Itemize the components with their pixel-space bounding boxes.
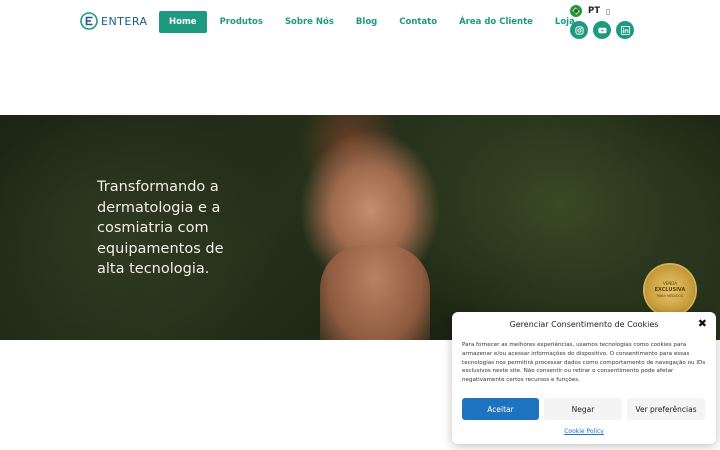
linkedin-icon[interactable]	[616, 21, 634, 39]
cookie-consent-dialog: Gerenciar Consentimento de Cookies ✖ Par…	[452, 312, 716, 444]
cookie-policy-link[interactable]: Cookie Policy	[452, 428, 716, 435]
cookie-dialog-title: Gerenciar Consentimento de Cookies	[509, 320, 659, 329]
nav-item-blog[interactable]: Blog	[356, 11, 377, 33]
main-nav: Home Produtos Sobre Nós Blog Contato Áre…	[159, 11, 597, 33]
hero-headline: Transformando a dermatologia e a cosmiat…	[97, 179, 224, 277]
youtube-icon[interactable]	[593, 21, 611, 39]
nav-item-produtos[interactable]: Produtos	[220, 11, 263, 33]
hero-photo-woman	[320, 245, 430, 340]
brand-logo[interactable]: ENTERA	[80, 12, 148, 30]
close-icon[interactable]: ✖	[698, 318, 707, 330]
site-header: ENTERA Home Produtos Sobre Nós Blog Cont…	[0, 0, 720, 115]
deny-button[interactable]: Negar	[544, 398, 622, 420]
language-switcher[interactable]: PT ▯	[570, 5, 610, 17]
instagram-icon[interactable]	[570, 21, 588, 39]
badge-line-3: PARA MÉDICOS	[656, 294, 684, 298]
view-preferences-button[interactable]: Ver preferências	[627, 398, 705, 420]
brand-name: ENTERA	[101, 14, 148, 28]
cookie-dialog-body: Para fornecer as melhores experiências, …	[462, 342, 706, 384]
language-code: PT	[588, 6, 601, 16]
nav-item-area-do-cliente[interactable]: Área do Cliente	[459, 11, 533, 33]
language-caret-icon: ▯	[606, 6, 611, 16]
accept-button[interactable]: Aceitar	[462, 398, 539, 420]
exclusive-sale-badge: VENDA EXCLUSIVA PARA MÉDICOS	[645, 265, 695, 315]
entera-logo-icon	[80, 12, 98, 30]
nav-item-contato[interactable]: Contato	[399, 11, 437, 33]
social-links	[570, 21, 634, 39]
hero-banner: Transformando a dermatologia e a cosmiat…	[0, 115, 720, 340]
cookie-dialog-actions: Aceitar Negar Ver preferências	[462, 398, 705, 420]
brazil-flag-icon	[570, 5, 582, 17]
nav-item-sobre-nos[interactable]: Sobre Nós	[285, 11, 334, 33]
nav-item-home[interactable]: Home	[159, 11, 207, 33]
